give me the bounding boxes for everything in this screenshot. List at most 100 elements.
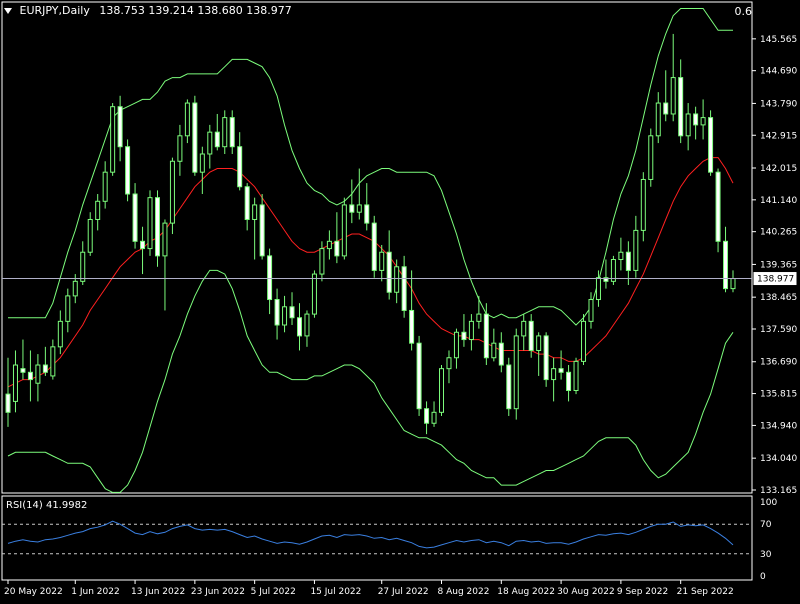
candle-bear xyxy=(237,146,243,188)
candle-bear xyxy=(723,240,729,290)
moving-average-line xyxy=(7,157,734,388)
y-tick-label: 144.690 xyxy=(760,67,797,77)
candle-bull xyxy=(640,178,646,231)
candle-bull xyxy=(50,346,56,377)
candle-bull xyxy=(581,320,587,362)
candle-bear xyxy=(483,313,489,359)
candle-bull xyxy=(319,248,325,275)
candle-bear xyxy=(274,299,280,326)
candle-bull xyxy=(685,113,691,137)
candle-bull xyxy=(468,320,474,341)
x-tick-label: 5 Jul 2022 xyxy=(251,587,296,597)
y-tick-label: 134.040 xyxy=(760,454,797,464)
y-tick-label: 137.590 xyxy=(760,325,797,335)
x-tick-label: 15 Jul 2022 xyxy=(310,587,361,597)
candle-bull xyxy=(394,266,400,293)
candle-bull xyxy=(341,204,347,257)
candle-bull xyxy=(102,171,108,202)
candle-bull xyxy=(169,160,175,224)
candle-bull xyxy=(633,229,639,271)
candle-bull xyxy=(536,335,542,351)
candle-bear xyxy=(117,106,123,148)
y-tick-label: 136.690 xyxy=(760,358,797,368)
corner-value: 0.6 xyxy=(734,5,753,18)
candle-bear xyxy=(416,342,422,410)
chart-window: 145.565 144.690 143.790 142.915 142.015 141.1… xyxy=(0,0,800,600)
candle-bear xyxy=(20,368,26,373)
candle-bull xyxy=(439,368,445,413)
x-tick-label: 30 Aug 2022 xyxy=(557,587,615,597)
candle-bull xyxy=(80,251,86,282)
y-tick-label: 142.015 xyxy=(760,164,797,174)
candle-bear xyxy=(663,102,669,115)
candle-bull xyxy=(35,364,41,384)
x-tick-label: 1 Jun 2022 xyxy=(71,587,119,597)
y-tick-label: 134.940 xyxy=(760,421,797,431)
candle-bear xyxy=(5,393,11,413)
y-tick-label: 143.790 xyxy=(760,99,797,109)
dropdown-triangle-icon[interactable] xyxy=(4,8,12,14)
x-tick-label: 9 Sep 2022 xyxy=(617,587,668,597)
bollinger-upper-line xyxy=(8,8,733,326)
y-tick-label: 138.465 xyxy=(760,293,797,303)
candle-bull xyxy=(222,117,228,148)
candle-bull xyxy=(551,368,557,381)
candle-bull xyxy=(491,342,497,359)
candle-bull xyxy=(207,131,213,155)
y-tick-label: 139.365 xyxy=(760,260,797,270)
main-plot-frame xyxy=(1,1,753,494)
rsi-line xyxy=(7,520,734,549)
candle-bear xyxy=(140,240,146,250)
y-tick-label: 140.265 xyxy=(760,228,797,238)
chart-header: EURJPY,Daily 138.753 139.214 138.680 138… xyxy=(4,4,292,17)
candle-bear xyxy=(244,186,250,220)
candle-bull xyxy=(311,273,317,315)
candle-bear xyxy=(528,320,534,351)
x-tick-label: 20 May 2022 xyxy=(4,587,63,597)
candle-bear xyxy=(229,117,235,148)
candle-bull xyxy=(648,135,654,180)
candle-bull xyxy=(282,306,288,326)
ohlc-values: 138.753 139.214 138.680 138.977 xyxy=(99,4,292,17)
candle-bull xyxy=(595,277,601,301)
candle-bull xyxy=(72,280,78,297)
candle-bull xyxy=(730,278,736,290)
candle-bear xyxy=(349,204,355,213)
candle-bear xyxy=(708,117,714,173)
y-tick-label: 141.140 xyxy=(760,196,797,206)
candle-bull xyxy=(588,299,594,322)
candle-bull xyxy=(356,204,362,213)
candle-bull xyxy=(670,77,676,115)
candle-bear xyxy=(289,306,295,319)
candle-bear xyxy=(371,222,377,271)
candle-bear xyxy=(364,204,370,224)
candle-bear xyxy=(409,309,415,344)
candle-bear xyxy=(132,193,138,242)
candle-bear xyxy=(27,371,33,381)
x-tick-label: 8 Aug 2022 xyxy=(438,587,490,597)
candle-bear xyxy=(267,255,273,301)
candle-bear xyxy=(566,371,572,391)
candle-bear xyxy=(461,331,467,341)
symbol-timeframe: EURJPY,Daily xyxy=(19,4,90,17)
candle-bear xyxy=(296,317,302,337)
candle-bull xyxy=(87,218,93,253)
candle-bear xyxy=(214,131,220,148)
candle-bear xyxy=(192,102,198,173)
candle-bull xyxy=(655,102,661,137)
candle-bear xyxy=(424,408,430,424)
x-tick-label: 23 Jun 2022 xyxy=(191,587,245,597)
bollinger-lower-line xyxy=(7,269,734,493)
rsi-y-tick-label: 100 xyxy=(760,498,777,508)
x-tick-label: 13 Jun 2022 xyxy=(131,587,185,597)
candle-bear xyxy=(259,204,265,257)
candle-bull xyxy=(379,251,385,271)
candle-bear xyxy=(401,266,407,311)
candle-bull xyxy=(177,135,183,162)
candle-bull xyxy=(573,360,579,391)
y-tick-label: 135.815 xyxy=(760,390,797,400)
price-chart: 145.565 144.690 143.790 142.915 142.015 141.1… xyxy=(1,1,798,597)
candle-bull xyxy=(453,331,459,359)
candle-bear xyxy=(558,368,564,373)
candle-bear xyxy=(543,335,549,381)
